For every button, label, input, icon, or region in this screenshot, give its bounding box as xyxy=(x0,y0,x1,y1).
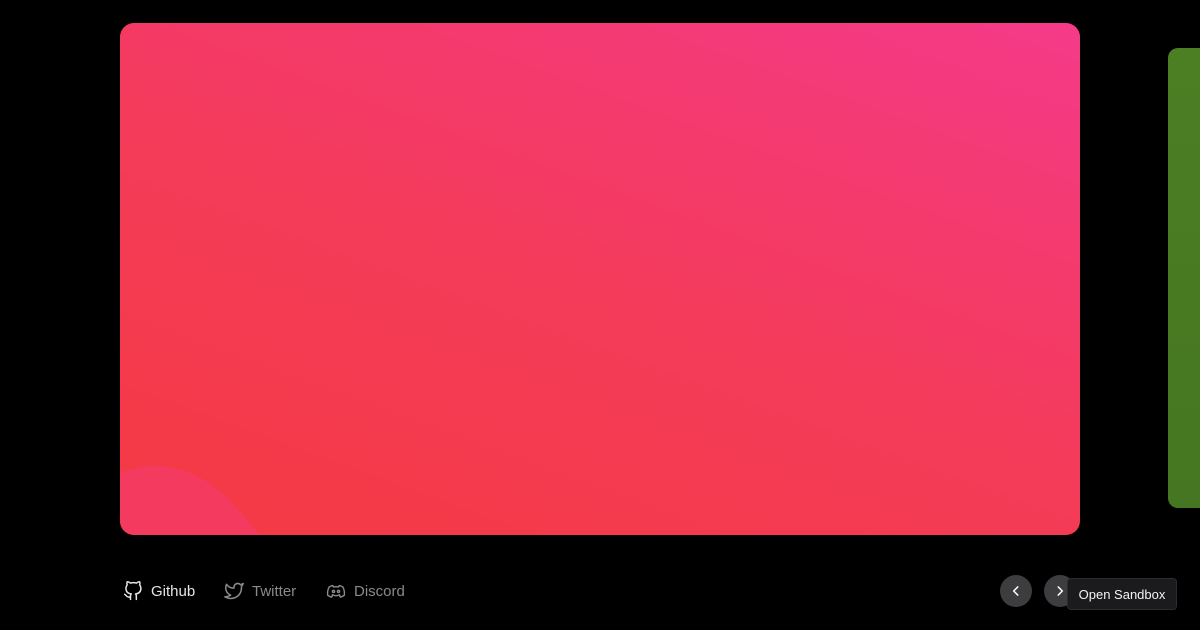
tooltip-label: Open Sandbox xyxy=(1078,586,1166,602)
github-label: Github xyxy=(151,582,196,600)
previous-slide-button[interactable] xyxy=(1000,575,1032,607)
discord-label: Discord xyxy=(354,582,405,600)
chevron-right-icon xyxy=(1057,586,1064,596)
open-sandbox-tooltip: Open Sandbox xyxy=(1067,578,1177,610)
chevron-left-icon xyxy=(1012,586,1019,596)
twitter-label: Twitter xyxy=(252,582,297,600)
twitter-link[interactable]: Twitter xyxy=(224,578,296,604)
current-slide xyxy=(120,23,1080,535)
github-link[interactable]: Github xyxy=(123,578,195,604)
slide-decoration xyxy=(120,465,260,535)
carousel-stage: Github Twitter Discord Open Sandbox xyxy=(0,0,1200,630)
next-slide-preview[interactable] xyxy=(1168,48,1200,508)
discord-link[interactable]: Discord xyxy=(326,578,405,604)
twitter-icon xyxy=(224,581,244,601)
github-icon xyxy=(123,581,143,601)
discord-icon xyxy=(326,581,346,601)
